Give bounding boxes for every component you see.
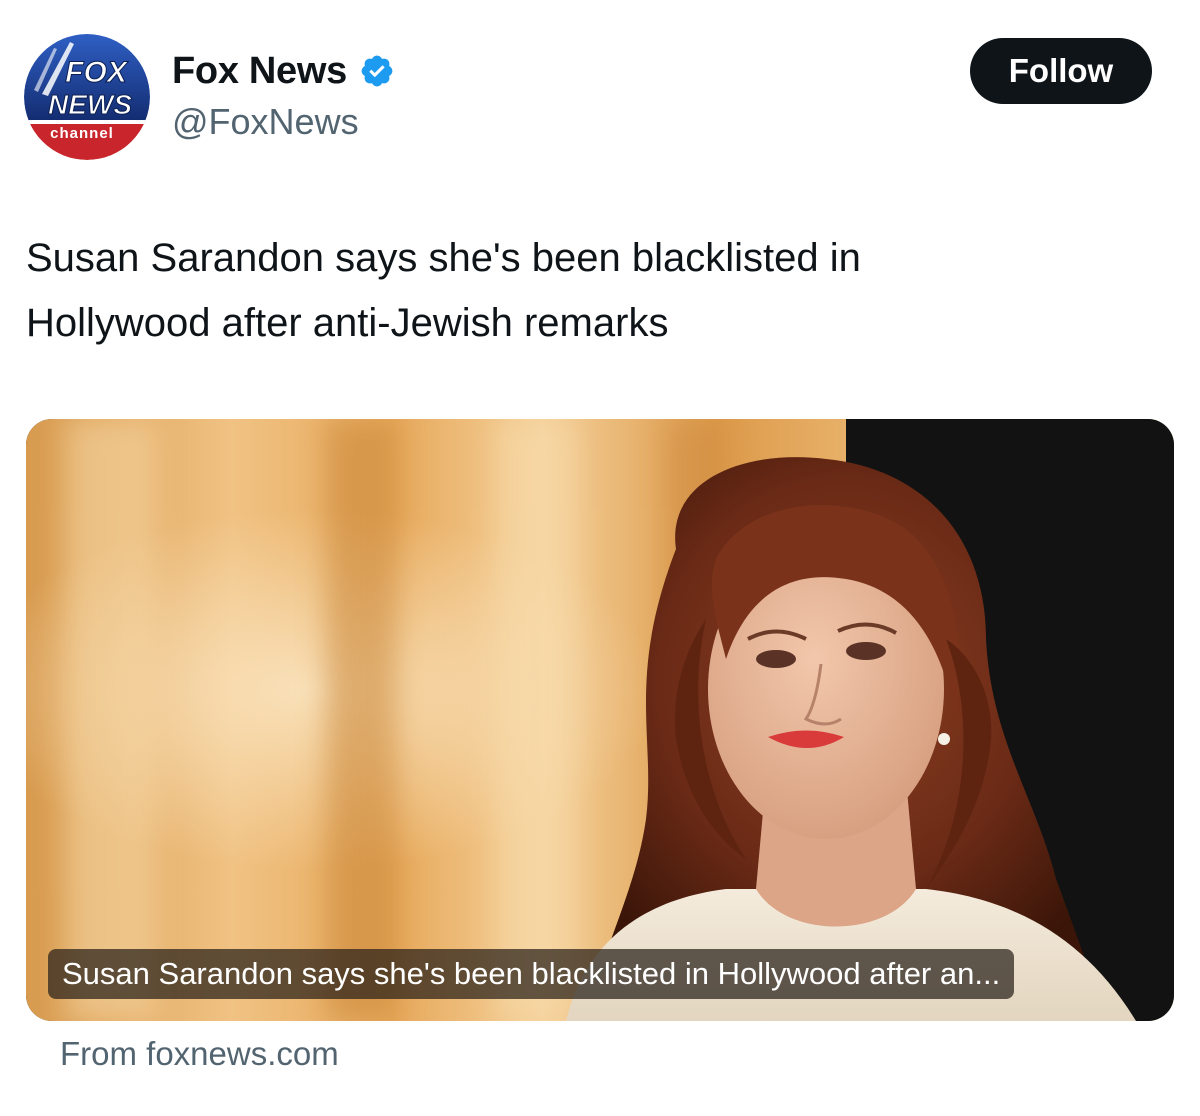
svg-text:channel: channel xyxy=(50,125,114,142)
account-handle[interactable]: @FoxNews xyxy=(172,99,359,145)
link-card[interactable]: Susan Sarandon says she's been blacklist… xyxy=(26,419,1174,1021)
card-source-link[interactable]: From foxnews.com xyxy=(60,1032,339,1076)
fox-news-logo: FOX NEWS channel xyxy=(24,34,150,160)
article-photo xyxy=(26,419,1174,1021)
follow-button[interactable]: Follow xyxy=(970,38,1152,104)
tweet-text-line: Hollywood after anti-Jewish remarks xyxy=(26,301,669,345)
tweet-text-line: Susan Sarandon says she's been blacklist… xyxy=(26,236,861,280)
avatar[interactable]: FOX NEWS channel xyxy=(24,34,150,160)
display-name[interactable]: Fox News xyxy=(172,48,395,94)
verified-badge-icon[interactable] xyxy=(359,53,395,89)
svg-text:NEWS: NEWS xyxy=(48,89,132,120)
tweet-text: Susan Sarandon says she's been blacklist… xyxy=(26,226,1156,356)
svg-text:FOX: FOX xyxy=(65,56,129,89)
card-caption: Susan Sarandon says she's been blacklist… xyxy=(48,949,1015,999)
account-name[interactable]: Fox News xyxy=(172,48,347,94)
